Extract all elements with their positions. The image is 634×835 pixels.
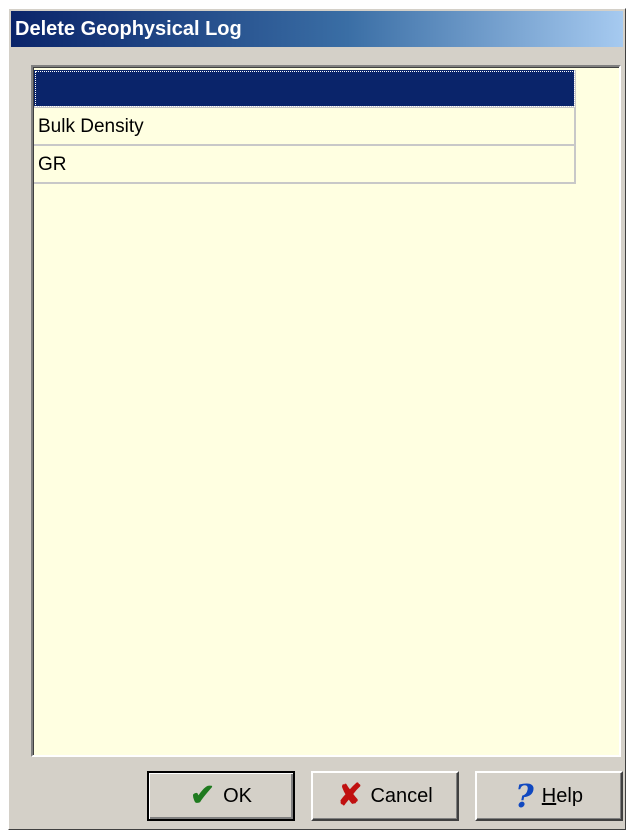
log-list[interactable]: Bulk Density GR	[31, 65, 621, 757]
log-grid: Bulk Density GR	[34, 70, 576, 184]
dialog-title: Delete Geophysical Log	[15, 18, 242, 40]
x-icon: ✘	[337, 779, 363, 812]
check-icon: ✔	[189, 779, 216, 812]
list-item-bulk-density[interactable]: Bulk Density	[34, 108, 576, 146]
help-label: Help	[541, 784, 583, 807]
list-item-label: GR	[38, 154, 67, 175]
delete-geophysical-log-dialog: Delete Geophysical Log Bulk Density GR ✔…	[8, 8, 626, 830]
question-icon: ?	[515, 777, 534, 815]
list-item-gr[interactable]: GR	[34, 146, 576, 184]
cancel-button[interactable]: ✘ Cancel	[311, 771, 459, 821]
list-item-empty[interactable]	[34, 70, 576, 108]
cancel-label: Cancel	[370, 784, 433, 807]
help-button[interactable]: ? Help	[475, 771, 623, 821]
title-bar[interactable]: Delete Geophysical Log	[11, 11, 623, 47]
ok-label: OK	[223, 784, 253, 807]
list-item-label: Bulk Density	[38, 116, 144, 137]
ok-button[interactable]: ✔ OK	[147, 771, 295, 821]
